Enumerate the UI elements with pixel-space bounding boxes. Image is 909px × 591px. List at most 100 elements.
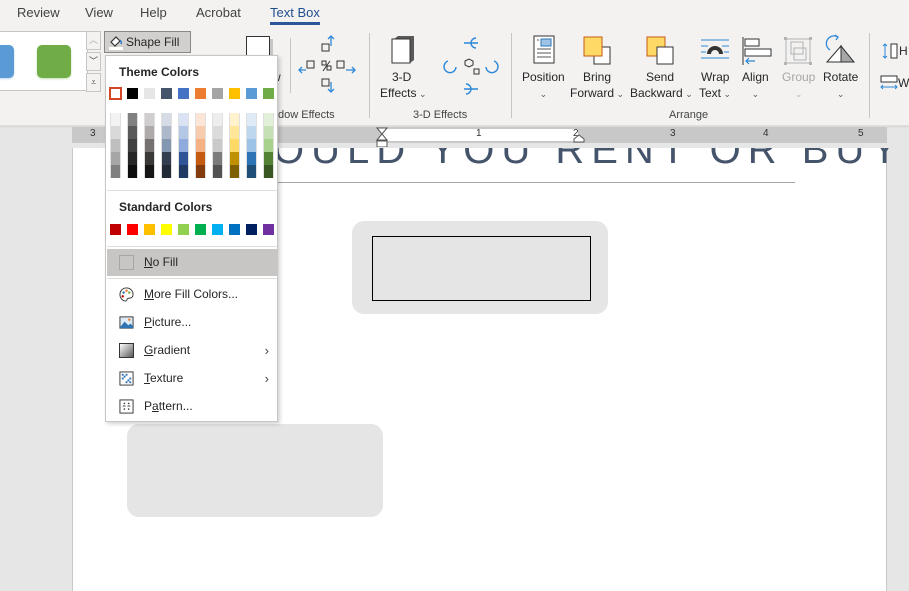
theme-shade-swatch[interactable] — [212, 165, 223, 178]
theme-shade-swatch[interactable] — [229, 152, 240, 165]
theme-shade-swatch[interactable] — [161, 113, 172, 126]
theme-shade-swatch[interactable] — [263, 139, 274, 152]
theme-shade-swatch[interactable] — [144, 165, 155, 178]
rotate-icon[interactable] — [824, 34, 856, 66]
height-field-label[interactable]: H — [899, 43, 908, 59]
align-icon[interactable] — [741, 36, 773, 66]
theme-shade-swatch[interactable] — [195, 152, 206, 165]
theme-shade-swatch[interactable] — [161, 165, 172, 178]
3d-effects-icon[interactable] — [390, 35, 416, 65]
no-fill-menu-item[interactable]: No Fill — [107, 249, 277, 276]
send-backward-label-1[interactable]: Send — [646, 69, 674, 85]
theme-shade-swatch[interactable] — [127, 165, 138, 178]
send-backward-icon[interactable] — [645, 36, 675, 66]
theme-color-swatch[interactable] — [246, 88, 257, 99]
theme-shade-swatch[interactable] — [195, 165, 206, 178]
bring-forward-icon[interactable] — [582, 36, 612, 66]
theme-color-swatch[interactable] — [109, 87, 122, 100]
standard-color-swatch[interactable] — [212, 224, 223, 235]
theme-shade-swatch[interactable] — [110, 165, 121, 178]
theme-shade-swatch[interactable] — [178, 113, 189, 126]
texture-menu-item[interactable]: Texture › — [107, 365, 277, 392]
theme-shade-swatch[interactable] — [195, 126, 206, 139]
theme-color-swatch[interactable] — [212, 88, 223, 99]
theme-shade-swatch[interactable] — [178, 126, 189, 139]
theme-shade-swatch[interactable] — [212, 126, 223, 139]
theme-shade-swatch[interactable] — [263, 113, 274, 126]
pattern-menu-item[interactable]: Pattern... — [107, 393, 277, 420]
theme-color-swatch[interactable] — [144, 88, 155, 99]
theme-shade-swatch[interactable] — [110, 139, 121, 152]
standard-color-swatch[interactable] — [161, 224, 172, 235]
theme-shade-swatch[interactable] — [229, 126, 240, 139]
theme-shade-swatch[interactable] — [127, 152, 138, 165]
standard-color-swatch[interactable] — [110, 224, 121, 235]
wrap-text-label-1[interactable]: Wrap — [701, 69, 729, 85]
theme-shade-swatch[interactable] — [144, 126, 155, 139]
wrap-text-icon[interactable] — [700, 38, 730, 62]
theme-shade-swatch[interactable] — [127, 113, 138, 126]
theme-shade-swatch[interactable] — [161, 126, 172, 139]
send-backward-button[interactable]: Backward ⌄ — [630, 85, 693, 102]
tab-help[interactable]: Help — [140, 5, 167, 20]
rounded-rectangle-shape[interactable] — [127, 424, 383, 517]
shape-style-blue[interactable] — [0, 45, 14, 78]
3d-effects-label-1[interactable]: 3-D — [392, 69, 411, 85]
theme-color-swatch[interactable] — [229, 88, 240, 99]
theme-shade-swatch[interactable] — [246, 139, 257, 152]
gradient-menu-item[interactable]: Gradient › — [107, 337, 277, 364]
standard-color-swatch[interactable] — [127, 224, 138, 235]
theme-shade-swatch[interactable] — [229, 139, 240, 152]
theme-shade-swatch[interactable] — [229, 113, 240, 126]
theme-shade-swatch[interactable] — [212, 139, 223, 152]
shape-fill-button[interactable]: Shape Fill ⌄ — [104, 31, 191, 68]
theme-shade-swatch[interactable] — [178, 139, 189, 152]
nudge-shadow-icon[interactable] — [298, 34, 360, 100]
3d-rotation-icon[interactable] — [440, 34, 502, 100]
gallery-expand[interactable]: ⩡ — [86, 73, 101, 92]
picture-menu-item[interactable]: Picture... — [107, 309, 277, 336]
theme-color-swatch[interactable] — [127, 88, 138, 99]
wrap-text-button[interactable]: Text ⌄ — [699, 85, 731, 102]
align-button[interactable]: Align ⌄ — [742, 69, 769, 102]
theme-shade-swatch[interactable] — [110, 152, 121, 165]
theme-shade-swatch[interactable] — [263, 126, 274, 139]
tab-acrobat[interactable]: Acrobat — [196, 5, 241, 20]
theme-shade-swatch[interactable] — [212, 152, 223, 165]
position-icon[interactable] — [532, 35, 556, 65]
theme-shade-swatch[interactable] — [195, 113, 206, 126]
theme-shade-swatch[interactable] — [161, 139, 172, 152]
theme-shade-swatch[interactable] — [212, 113, 223, 126]
theme-shade-swatch[interactable] — [110, 126, 121, 139]
standard-color-swatch[interactable] — [195, 224, 206, 235]
standard-color-swatch[interactable] — [178, 224, 189, 235]
theme-shade-swatch[interactable] — [110, 113, 121, 126]
theme-color-swatch[interactable] — [161, 88, 172, 99]
theme-shade-swatch[interactable] — [178, 165, 189, 178]
shape-style-green[interactable] — [37, 45, 71, 78]
right-indent-marker[interactable] — [573, 134, 585, 143]
standard-color-swatch[interactable] — [229, 224, 240, 235]
text-box-frame[interactable] — [372, 236, 591, 301]
theme-shade-swatch[interactable] — [144, 113, 155, 126]
theme-shade-swatch[interactable] — [127, 126, 138, 139]
rotate-button[interactable]: Rotate ⌄ — [823, 69, 858, 102]
bring-forward-label-1[interactable]: Bring — [583, 69, 611, 85]
theme-shade-swatch[interactable] — [161, 152, 172, 165]
tab-review[interactable]: Review — [17, 5, 60, 20]
theme-color-swatch[interactable] — [178, 88, 189, 99]
tab-view[interactable]: View — [85, 5, 113, 20]
theme-color-swatch[interactable] — [263, 88, 274, 99]
theme-shade-swatch[interactable] — [229, 165, 240, 178]
standard-color-swatch[interactable] — [263, 224, 274, 235]
standard-color-swatch[interactable] — [246, 224, 257, 235]
theme-shade-swatch[interactable] — [195, 139, 206, 152]
theme-shade-swatch[interactable] — [144, 152, 155, 165]
theme-shade-swatch[interactable] — [246, 126, 257, 139]
theme-shade-swatch[interactable] — [178, 152, 189, 165]
gallery-scroll-up[interactable]: ︿ — [86, 31, 101, 50]
theme-shade-swatch[interactable] — [246, 165, 257, 178]
theme-shade-swatch[interactable] — [246, 113, 257, 126]
theme-shade-swatch[interactable] — [127, 139, 138, 152]
tab-text-box[interactable]: Text Box — [270, 5, 320, 25]
